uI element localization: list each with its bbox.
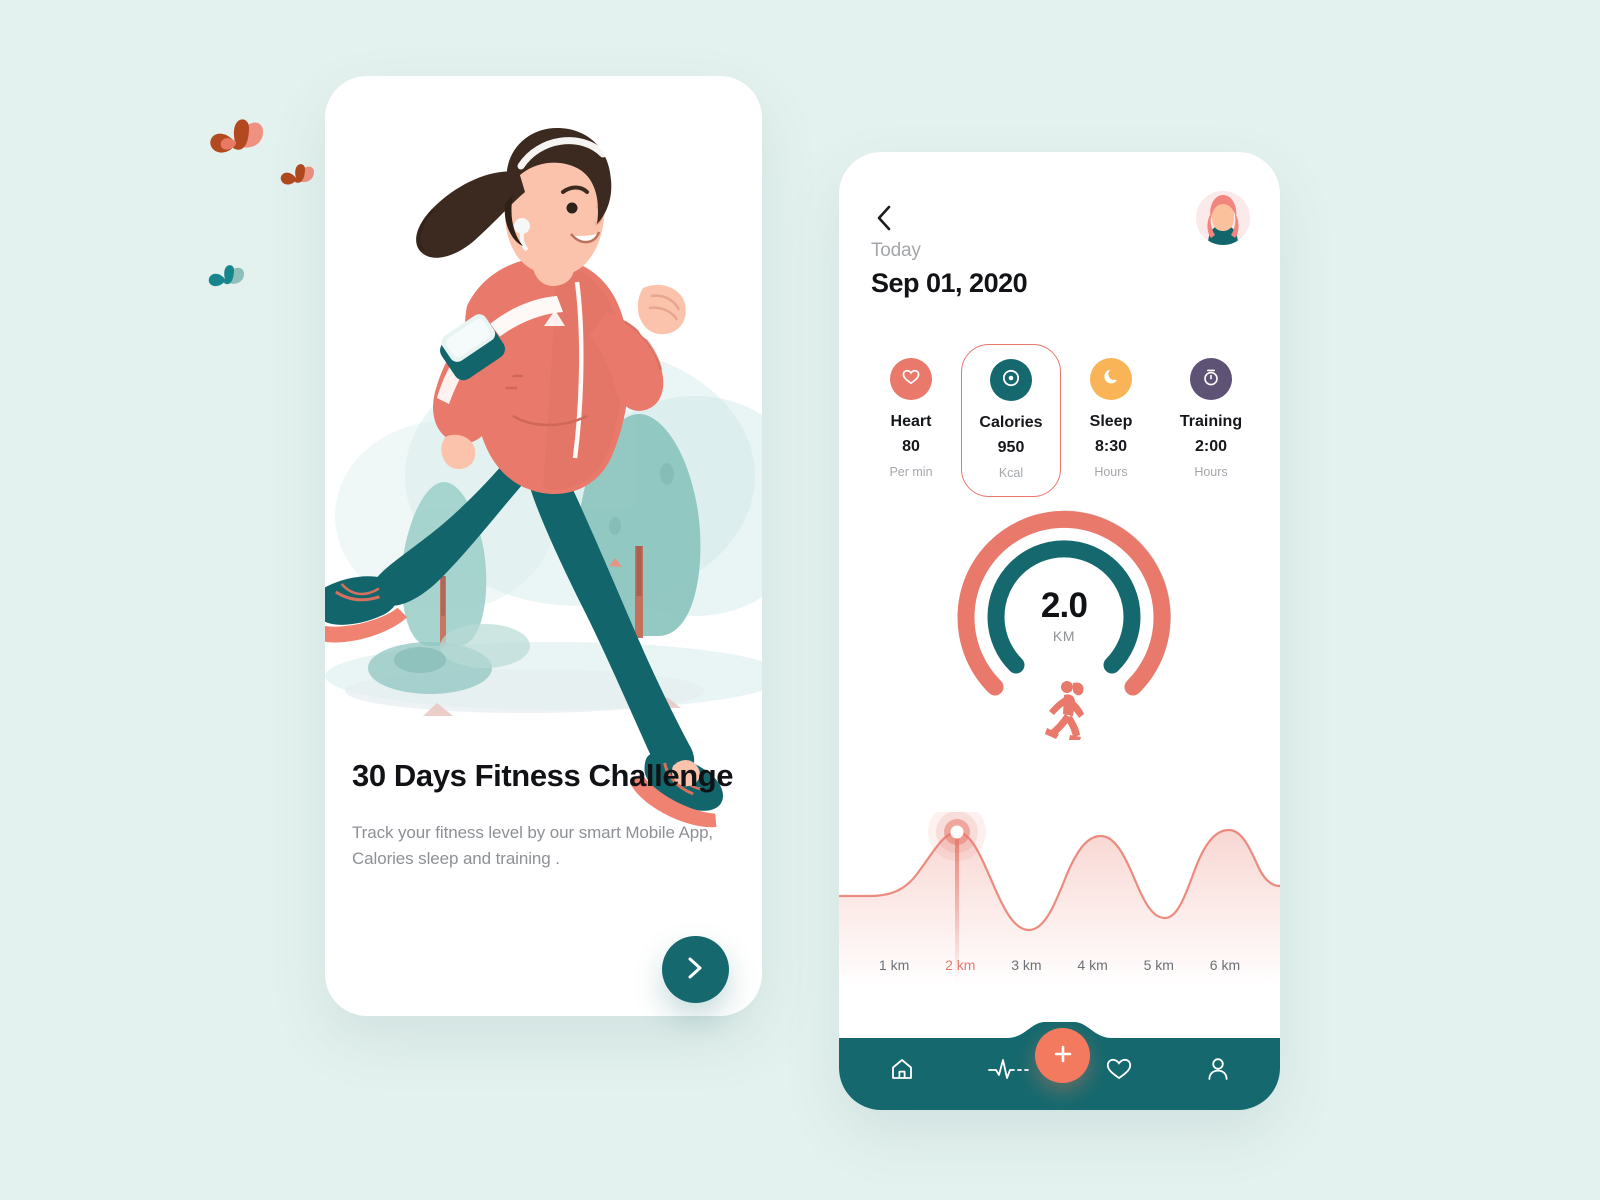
target-icon (1000, 367, 1022, 394)
onboarding-text-block: 30 Days Fitness Challenge Track your fit… (352, 756, 742, 872)
axis-label[interactable]: 1 km (861, 957, 927, 973)
pulse-icon (988, 1059, 1032, 1085)
next-button[interactable] (662, 936, 729, 1003)
home-icon (889, 1059, 915, 1085)
page-description: Track your fitness level by our smart Mo… (352, 822, 714, 869)
stat-label: Heart (890, 413, 932, 430)
butterfly-small-icon (277, 158, 317, 197)
stat-calories[interactable]: Calories 950 Kcal (961, 344, 1061, 497)
stat-value: 80 (902, 438, 920, 455)
axis-label[interactable]: 3 km (993, 957, 1059, 973)
person-icon (1206, 1058, 1230, 1085)
sleep-stat-icon-circle (1090, 358, 1132, 400)
onboarding-card: 30 Days Fitness Challenge Track your fit… (325, 76, 762, 1016)
stat-value: 2:00 (1194, 438, 1228, 455)
calories-stat-icon-circle (990, 359, 1032, 401)
running-figure-icon (1037, 678, 1092, 745)
stat-unit: Hours (1094, 465, 1128, 479)
date-block: Today Sep 01, 2020 (871, 240, 1028, 299)
nav-favorites-button[interactable] (1099, 1050, 1139, 1088)
runner-illustration (325, 128, 762, 828)
stats-row: Heart 80 Per min Calories 950 Kcal Sleep… (861, 344, 1261, 497)
avatar[interactable] (1196, 191, 1250, 245)
nav-home-button[interactable] (883, 1050, 921, 1088)
nav-profile-button[interactable] (1200, 1050, 1236, 1088)
stat-label: Sleep (1089, 413, 1133, 430)
axis-label[interactable]: 4 km (1060, 957, 1126, 973)
dashboard-card: Today Sep 01, 2020 Heart 80 Per min Calo… (839, 152, 1280, 1110)
butterfly-large-icon (205, 112, 267, 167)
heart-icon (1105, 1058, 1133, 1085)
add-button[interactable] (1035, 1028, 1090, 1083)
stat-sleep[interactable]: Sleep 8:30 Hours (1061, 344, 1161, 497)
stat-value: 8:30 (1094, 438, 1128, 455)
axis-label[interactable]: 6 km (1192, 957, 1258, 973)
stopwatch-icon (1201, 367, 1221, 392)
stat-label: Training (1179, 413, 1243, 430)
stat-unit: Hours (1194, 465, 1228, 479)
stat-label: Calories (979, 414, 1043, 431)
moon-icon (1101, 367, 1121, 392)
heart-stat-icon-circle (890, 358, 932, 400)
butterfly-teal-icon (205, 258, 247, 299)
training-stat-icon-circle (1190, 358, 1232, 400)
today-label: Today (871, 240, 921, 261)
stat-heart[interactable]: Heart 80 Per min (861, 344, 961, 497)
back-button[interactable] (869, 198, 899, 238)
stat-value: 950 (997, 439, 1025, 456)
plus-icon (1052, 1043, 1074, 1068)
stat-unit: Per min (889, 465, 933, 479)
heart-icon (901, 367, 921, 392)
page-title: 30 Days Fitness Challenge (352, 758, 734, 793)
chevron-right-icon (686, 956, 705, 983)
stat-unit: Kcal (998, 466, 1024, 480)
bottom-navigation (839, 1020, 1280, 1110)
nav-activity-button[interactable] (982, 1050, 1038, 1088)
distance-axis-labels: 1 km 2 km 3 km 4 km 5 km 6 km (839, 957, 1280, 973)
distance-progress-ring: 2.0 KM (949, 502, 1179, 752)
axis-label[interactable]: 5 km (1126, 957, 1192, 973)
dashboard-topbar (839, 190, 1280, 246)
chevron-left-icon (875, 205, 893, 235)
stat-training[interactable]: Training 2:00 Hours (1161, 344, 1261, 497)
axis-label-active[interactable]: 2 km (927, 957, 993, 973)
date-value: Sep 01, 2020 (871, 268, 1028, 298)
